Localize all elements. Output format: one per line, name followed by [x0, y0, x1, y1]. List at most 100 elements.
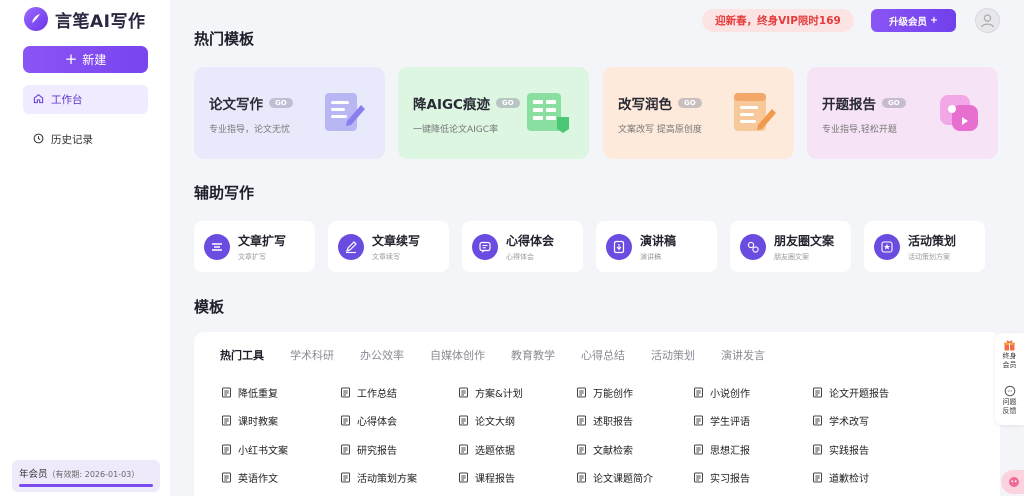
- academic-rewrite-icon: [811, 415, 823, 427]
- logo-mark-icon: [24, 7, 48, 31]
- star-badge-icon: [874, 233, 900, 260]
- template-item-label: 文献检索: [593, 446, 633, 457]
- template-item[interactable]: 文献检索: [575, 442, 633, 457]
- assist-card-title: 文章扩写: [238, 233, 287, 248]
- reduce-dup-icon: [220, 387, 232, 399]
- clock-icon: [33, 133, 44, 147]
- template-item[interactable]: 选题依据: [457, 442, 515, 457]
- assist-card-reflection[interactable]: 心得体会 心得体会: [462, 221, 583, 272]
- tab-summary[interactable]: 心得总结: [581, 347, 625, 363]
- section-title-templates: 模板: [194, 298, 225, 316]
- sidebar-item-history[interactable]: 历史记录: [23, 125, 148, 154]
- template-item-label: 小说创作: [710, 389, 750, 400]
- go-badge: GO: [678, 98, 702, 108]
- template-item-label: 实习报告: [710, 474, 750, 485]
- template-item[interactable]: 方案&计划: [457, 385, 523, 400]
- tab-education[interactable]: 教育教学: [511, 347, 555, 363]
- hot-card-thesis[interactable]: 论文写作 GO 专业指导，论文无忧: [194, 67, 385, 159]
- tab-self-media[interactable]: 自媒体创作: [430, 347, 485, 363]
- reflection-icon: [339, 415, 351, 427]
- template-item-label: 降低重复: [238, 389, 278, 400]
- template-item[interactable]: 活动策划方案: [339, 470, 417, 485]
- template-item[interactable]: 学生评语: [692, 413, 750, 428]
- template-item-label: 方案&计划: [475, 389, 523, 400]
- assist-card-subtitle: 朋友圈文案: [774, 252, 809, 261]
- template-item-label: 课时教案: [238, 417, 278, 428]
- template-item[interactable]: 万能创作: [575, 385, 633, 400]
- assist-card-moments[interactable]: 朋友圈文案 朋友圈文案: [730, 221, 851, 272]
- template-item-label: 述职报告: [593, 417, 633, 428]
- template-item[interactable]: 思想汇报: [692, 442, 750, 457]
- template-item[interactable]: 述职报告: [575, 413, 633, 428]
- upgrade-button[interactable]: 升级会员 +: [871, 9, 956, 32]
- topic-basis-icon: [457, 444, 469, 456]
- template-item[interactable]: 课程报告: [457, 470, 515, 485]
- hot-card-reduce-aigc[interactable]: 降AIGC痕迹 GO 一键降低论文AIGC率: [398, 67, 589, 159]
- app-logo[interactable]: 言笔AI写作: [24, 6, 145, 32]
- float-feedback-button[interactable]: 问题反馈: [995, 385, 1024, 416]
- expand-text-icon: [204, 233, 230, 260]
- assist-card-title: 心得体会: [506, 233, 555, 248]
- assist-card-continue[interactable]: 文章续写 文章续写: [328, 221, 449, 272]
- assist-card-expand[interactable]: 文章扩写 文章扩写: [194, 221, 315, 272]
- research-icon: [339, 444, 351, 456]
- english-essay-icon: [220, 472, 232, 484]
- template-item[interactable]: 学术改写: [811, 413, 869, 428]
- template-item[interactable]: 小红书文案: [220, 442, 288, 457]
- template-item[interactable]: 小说创作: [692, 385, 750, 400]
- gift-icon: [1004, 340, 1015, 351]
- float-panel: 终身会员 问题反馈: [995, 333, 1024, 425]
- tab-office[interactable]: 办公效率: [360, 347, 404, 363]
- thesis-doc-icon: [325, 93, 365, 131]
- member-progress-bar: [19, 484, 153, 487]
- membership-card[interactable]: 年会员（有效期: 2026-01-03）: [12, 460, 160, 492]
- template-item-label: 小红书文案: [238, 446, 288, 457]
- assist-card-event[interactable]: 活动策划 活动策划方案: [864, 221, 985, 272]
- template-item-label: 论文课题简介: [593, 474, 653, 485]
- report-icon: [575, 415, 587, 427]
- template-item[interactable]: 实习报告: [692, 470, 750, 485]
- assist-card-subtitle: 文章续写: [372, 252, 400, 261]
- sidebar-item-workbench[interactable]: 工作台: [23, 85, 148, 114]
- thought-report-icon: [692, 444, 704, 456]
- hot-card-title: 论文写作: [209, 97, 263, 113]
- hot-card-rewrite[interactable]: 改写润色 GO 文案改写 提高原创度: [603, 67, 794, 159]
- template-item[interactable]: 英语作文: [220, 470, 278, 485]
- avatar[interactable]: [975, 8, 1000, 33]
- template-item[interactable]: 降低重复: [220, 385, 278, 400]
- template-item[interactable]: 心得体会: [339, 413, 397, 428]
- template-item[interactable]: 研究报告: [339, 442, 397, 457]
- template-item-label: 工作总结: [357, 389, 397, 400]
- template-item-label: 研究报告: [357, 446, 397, 457]
- member-label: 年会员: [19, 469, 48, 480]
- apology-icon: [811, 472, 823, 484]
- template-item[interactable]: 道歉检讨: [811, 470, 869, 485]
- tab-academic[interactable]: 学术科研: [290, 347, 334, 363]
- assist-card-title: 文章续写: [372, 233, 421, 248]
- tab-hot-tools[interactable]: 热门工具: [220, 347, 264, 363]
- outline-icon: [457, 415, 469, 427]
- assistant-float-button[interactable]: [1001, 470, 1024, 494]
- course-report-icon: [457, 472, 469, 484]
- tab-event[interactable]: 活动策划: [651, 347, 695, 363]
- template-item[interactable]: 论文开题报告: [811, 385, 889, 400]
- tab-speech[interactable]: 演讲发言: [721, 347, 765, 363]
- template-item[interactable]: 论文大纲: [457, 413, 515, 428]
- float-vip-button[interactable]: 终身会员: [995, 339, 1024, 370]
- promo-banner[interactable]: 迎新春，终身VIP限时169: [702, 9, 854, 32]
- template-item[interactable]: 论文课题简介: [575, 470, 653, 485]
- hot-card-proposal[interactable]: 开题报告 GO 专业指导,轻松开题: [807, 67, 998, 159]
- assist-card-speech[interactable]: 演讲稿 演讲稿: [596, 221, 717, 272]
- home-icon: [33, 93, 44, 107]
- template-item[interactable]: 工作总结: [339, 385, 397, 400]
- upgrade-label: 升级会员: [889, 16, 928, 28]
- new-button[interactable]: + 新建: [23, 46, 148, 73]
- xiaohongshu-icon: [220, 444, 232, 456]
- template-item[interactable]: 实践报告: [811, 442, 869, 457]
- template-item-label: 万能创作: [593, 389, 633, 400]
- assist-card-subtitle: 心得体会: [506, 252, 534, 261]
- template-item-label: 思想汇报: [710, 446, 750, 457]
- template-item[interactable]: 课时教案: [220, 413, 278, 428]
- chat-bubble-icon: [472, 233, 498, 260]
- template-item-label: 课程报告: [475, 474, 515, 485]
